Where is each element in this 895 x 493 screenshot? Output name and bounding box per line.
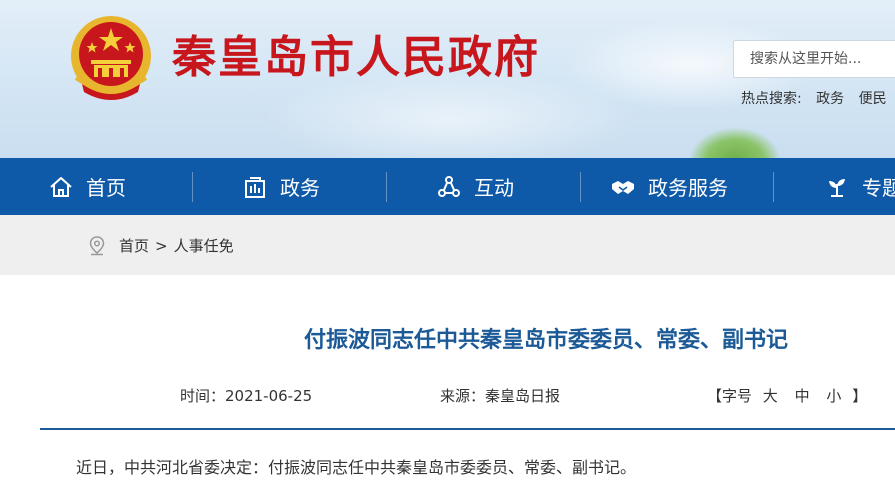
national-emblem-icon: [71, 16, 151, 100]
hot-search: 热点搜索: 政务 便民: [741, 88, 895, 108]
handshake-icon: [612, 180, 634, 194]
location-pin-icon: [89, 235, 105, 255]
site-header: 秦皇岛市人民政府 热点搜索: 政务 便民: [0, 0, 895, 158]
nav-label-home: 首页: [86, 176, 126, 200]
article-source: 来源：秦皇岛日报: [440, 387, 561, 405]
site-title: 秦皇岛市人民政府: [172, 32, 540, 83]
nav-divider: [773, 172, 774, 202]
nav-item-zhengwu-fuwu[interactable]: 政务服务: [610, 158, 728, 215]
font-size-large-button[interactable]: 大: [763, 387, 778, 405]
font-size-controls: 【字号 大 中 小 】: [707, 385, 867, 406]
nav-label-zhengwu-fuwu: 政务服务: [648, 176, 728, 200]
nav-item-home[interactable]: 首页: [48, 158, 126, 215]
font-size-small-button[interactable]: 小: [826, 387, 841, 405]
hot-search-link-zhengwu[interactable]: 政务: [816, 91, 844, 107]
home-icon: [50, 176, 72, 197]
nav-item-zhuanti[interactable]: 专题: [824, 158, 895, 215]
nav-divider: [580, 172, 581, 202]
nav-label-hudong: 互动: [474, 176, 514, 200]
nav-divider: [386, 172, 387, 202]
article-body: 近日，中共河北省委决定：付振波同志任中共秦皇岛市委委员、常委、副书记。: [76, 458, 637, 477]
building-icon: [245, 176, 265, 198]
nav-item-hudong[interactable]: 互动: [436, 158, 514, 215]
nav-label-zhengwu: 政务: [280, 176, 320, 200]
breadcrumb-current-link[interactable]: 人事任免: [174, 235, 234, 256]
hot-search-label: 热点搜索:: [741, 91, 802, 107]
network-icon: [438, 175, 460, 197]
search-box: [733, 40, 895, 78]
plant-icon: [829, 178, 845, 197]
nav-label-zhuanti: 专题: [862, 176, 895, 200]
publish-time: 时间：2021-06-25: [180, 387, 313, 405]
article-title: 付振波同志任中共秦皇岛市委委员、常委、副书记: [304, 328, 789, 353]
nav-divider: [192, 172, 193, 202]
article-divider: [40, 428, 895, 430]
hot-search-link-bianmin[interactable]: 便民: [859, 91, 887, 107]
breadcrumb-home-link[interactable]: 首页: [119, 235, 149, 256]
font-size-bracket-close: 】: [852, 387, 868, 405]
nav-item-zhengwu[interactable]: 政务: [242, 158, 320, 215]
breadcrumb: 首页 > 人事任免: [88, 235, 234, 256]
tree-decoration: [690, 128, 780, 158]
main-nav: 首页 政务 互动 政务服务 专题: [0, 158, 895, 215]
breadcrumb-separator: >: [155, 236, 168, 255]
breadcrumb-bar: 首页 > 人事任免: [0, 215, 895, 275]
font-size-label: 【字号: [707, 387, 753, 405]
search-input[interactable]: [734, 41, 895, 77]
font-size-medium-button[interactable]: 中: [795, 387, 810, 405]
